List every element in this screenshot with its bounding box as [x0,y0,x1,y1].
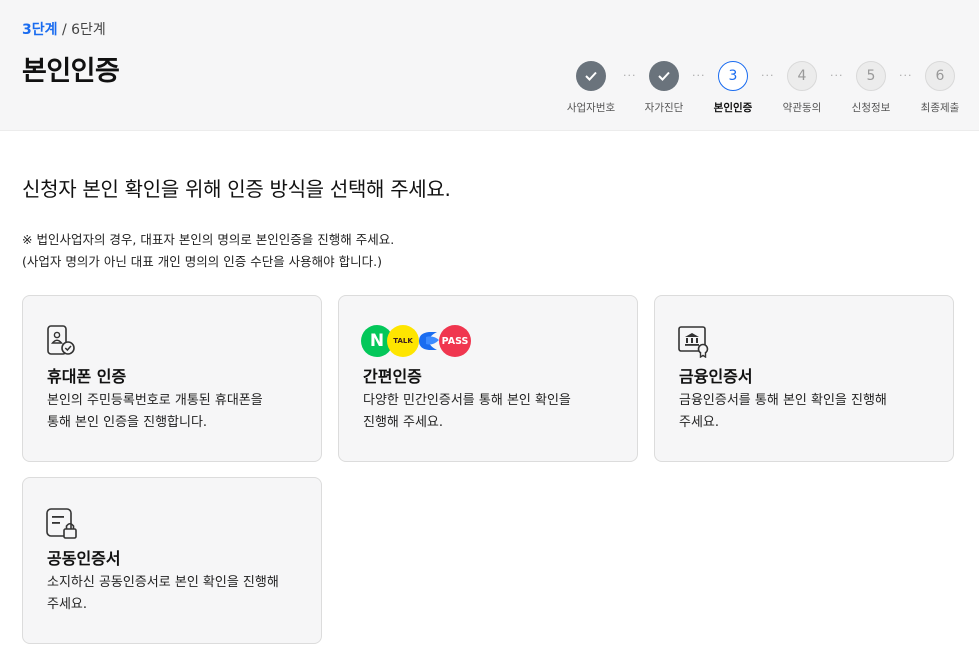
step-4: 4 약관동의 [772,61,832,115]
mobile-auth-description: 본인의 주민등록번호로 개통된 휴대폰을 통해 본인 인증을 진행합니다. [47,390,307,434]
step-5-number: 5 [856,61,886,91]
simple-auth-desc-line-1: 다양한 민간인증서를 통해 본인 확인을 [363,393,571,408]
instruction-heading: 신청자 본인 확인을 위해 인증 방식을 선택해 주세요. [22,177,451,201]
joint-cert-title: 공동인증서 [47,549,121,568]
step-6-number: 6 [925,61,955,91]
mobile-auth-desc-line-2: 통해 본인 인증을 진행합니다. [47,415,208,430]
financial-cert-description: 금융인증서를 통해 본인 확인을 진행해 주세요. [679,390,939,434]
simple-auth-logos: N TALK PASS [361,324,481,358]
page-header: 3단계 / 6단계 본인인증 사업자번호 ··· 자가진단 ··· 3 본인인증… [0,0,979,131]
step-1: 사업자번호 [561,61,621,115]
simple-auth-desc-line-2: 진행해 주세요. [363,415,444,430]
step-3: 3 본인인증 [703,61,763,115]
step-separator: / [57,22,72,38]
step-4-label: 약관동의 [782,102,822,114]
step-3-number: 3 [718,61,748,91]
step-6-label: 최종제출 [920,102,960,114]
bank-certificate-icon [678,326,709,358]
step-4-number: 4 [787,61,817,91]
step-3-label: 본인인증 [713,102,753,114]
financial-cert-desc-line-2: 주세요. [679,415,720,430]
simple-auth-card[interactable]: N TALK PASS 간편인증 다양한 민간인증서를 통해 본인 확인을 진행… [338,295,638,462]
pass-logo-text: PASS [441,335,469,347]
step-1-check-icon [576,61,606,91]
notice-line-2: (사업자 명의가 아닌 대표 개인 명의의 인증 수단을 사용해야 합니다.) [22,254,382,269]
kakao-logo-text: TALK [393,337,413,345]
page-title: 본인인증 [22,56,120,87]
step-6: 6 최종제출 [910,61,970,115]
step-2-check-icon [649,61,679,91]
joint-cert-desc-line-1: 소지하신 공동인증서로 본인 확인을 진행해 [47,575,279,590]
simple-auth-description: 다양한 민간인증서를 통해 본인 확인을 진행해 주세요. [363,390,623,434]
mobile-person-check-icon [47,325,75,355]
current-step: 3단계 [22,22,58,38]
pass-logo-icon: PASS [439,325,471,357]
step-2-label: 자가진단 [644,102,684,114]
notice-line-1: ※ 법인사업자의 경우, 대표자 본인의 명의로 본인인증을 진행해 주세요. [22,232,395,247]
naver-logo-text: N [369,331,385,351]
step-2: 자가진단 [634,61,694,115]
document-lock-icon [46,508,77,539]
progress-stepper: 사업자번호 ··· 자가진단 ··· 3 본인인증 ··· 4 약관동의 ···… [561,61,971,121]
simple-auth-title: 간편인증 [363,367,422,386]
step-1-label: 사업자번호 [566,102,616,114]
mobile-auth-title: 휴대폰 인증 [47,367,127,386]
step-5-label: 신청정보 [851,102,891,114]
joint-cert-description: 소지하신 공동인증서로 본인 확인을 진행해 주세요. [47,572,307,616]
financial-cert-title: 금융인증서 [679,367,753,386]
mobile-auth-desc-line-1: 본인의 주민등록번호로 개통된 휴대폰을 [47,393,263,408]
joint-cert-card[interactable]: 공동인증서 소지하신 공동인증서로 본인 확인을 진행해 주세요. [22,477,322,644]
corporate-notice: ※ 법인사업자의 경우, 대표자 본인의 명의로 본인인증을 진행해 주세요. … [22,229,394,273]
total-steps: 6단계 [71,22,106,38]
financial-cert-card[interactable]: 금융인증서 금융인증서를 통해 본인 확인을 진행해 주세요. [654,295,954,462]
mobile-auth-card[interactable]: 휴대폰 인증 본인의 주민등록번호로 개통된 휴대폰을 통해 본인 인증을 진행… [22,295,322,462]
joint-cert-desc-line-2: 주세요. [47,597,88,612]
step-count: 3단계 / 6단계 [22,19,106,39]
step-5: 5 신청정보 [841,61,901,115]
financial-cert-desc-line-1: 금융인증서를 통해 본인 확인을 진행해 [679,393,887,408]
